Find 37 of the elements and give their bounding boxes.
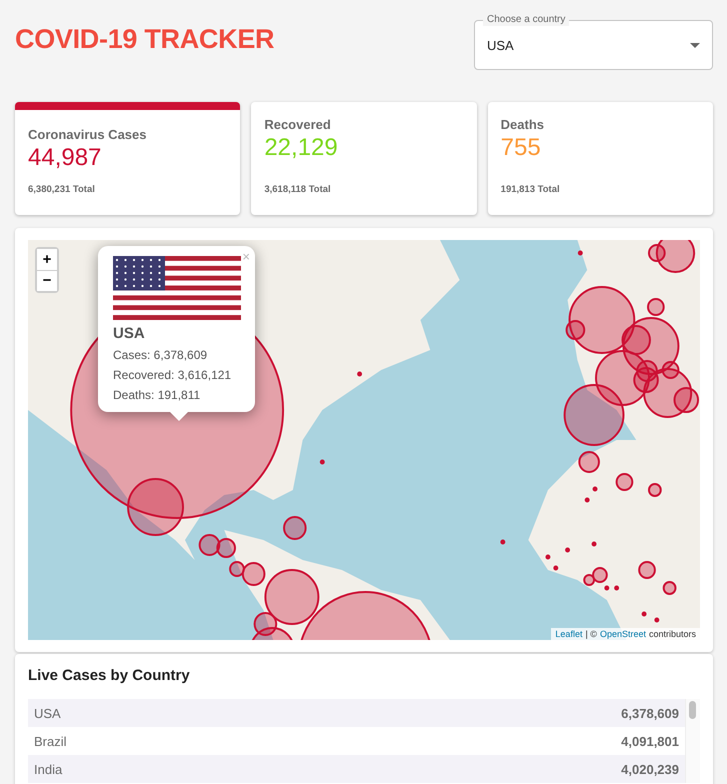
country-cell: Brazil [34, 734, 67, 748]
attribution-text: | © [585, 629, 597, 639]
country-select[interactable]: Choose a country USA [474, 14, 713, 70]
popup-stat: Cases: 6,378,609 [113, 348, 208, 362]
cases-cell: 4,091,801 [621, 734, 679, 748]
stat-title: Deaths [500, 117, 546, 132]
stat-title: Coronavirus Cases [28, 127, 148, 142]
stat-value: 22,129 [264, 134, 339, 162]
country-cell: USA [34, 706, 61, 720]
select-label: Choose a country [483, 14, 570, 26]
cases-cell: 6,378,609 [621, 706, 679, 720]
cases-cell: 4,020,239 [621, 762, 679, 776]
stat-card[interactable]: Deaths 755 191,813 Total [488, 102, 713, 215]
select-value: USA [487, 38, 514, 53]
country-cell: India [34, 762, 62, 776]
stat-card[interactable]: Recovered 22,129 3,618,118 Total [251, 102, 477, 215]
popup-stat: Recovered: 3,616,121 [113, 368, 232, 382]
map[interactable]: + − × USA Cases: 6,378,609 Recovered: 3,616,121 Deaths: 191,811 Leaflet | © OpenStreet contributors [28, 240, 700, 640]
attribution-text: contributors [648, 629, 696, 639]
scrollbar[interactable] [685, 699, 700, 783]
zoom-out-button[interactable]: − [37, 270, 57, 291]
stat-total: 3,618,118 Total [264, 184, 332, 195]
openstreet-link[interactable]: OpenStreet [600, 629, 646, 639]
popup-country: USA [113, 325, 146, 342]
popup-pointer [169, 411, 189, 421]
stat-title: Recovered [264, 117, 332, 132]
caret-icon [690, 43, 700, 48]
table-title: Live Cases by Country [28, 667, 191, 684]
app-title: COVID-19 TRACKER [15, 24, 274, 55]
leaflet-link[interactable]: Leaflet [555, 629, 582, 639]
stat-value: 44,987 [28, 144, 102, 172]
stat-card[interactable]: Coronavirus Cases 44,987 6,380,231 Total [15, 102, 240, 215]
scroll-thumb[interactable] [689, 701, 696, 719]
popup-stat: Deaths: 191,811 [113, 388, 202, 402]
stat-value: 755 [500, 134, 542, 162]
stat-total: 191,813 Total [500, 184, 561, 195]
stat-total: 6,380,231 Total [28, 184, 96, 195]
